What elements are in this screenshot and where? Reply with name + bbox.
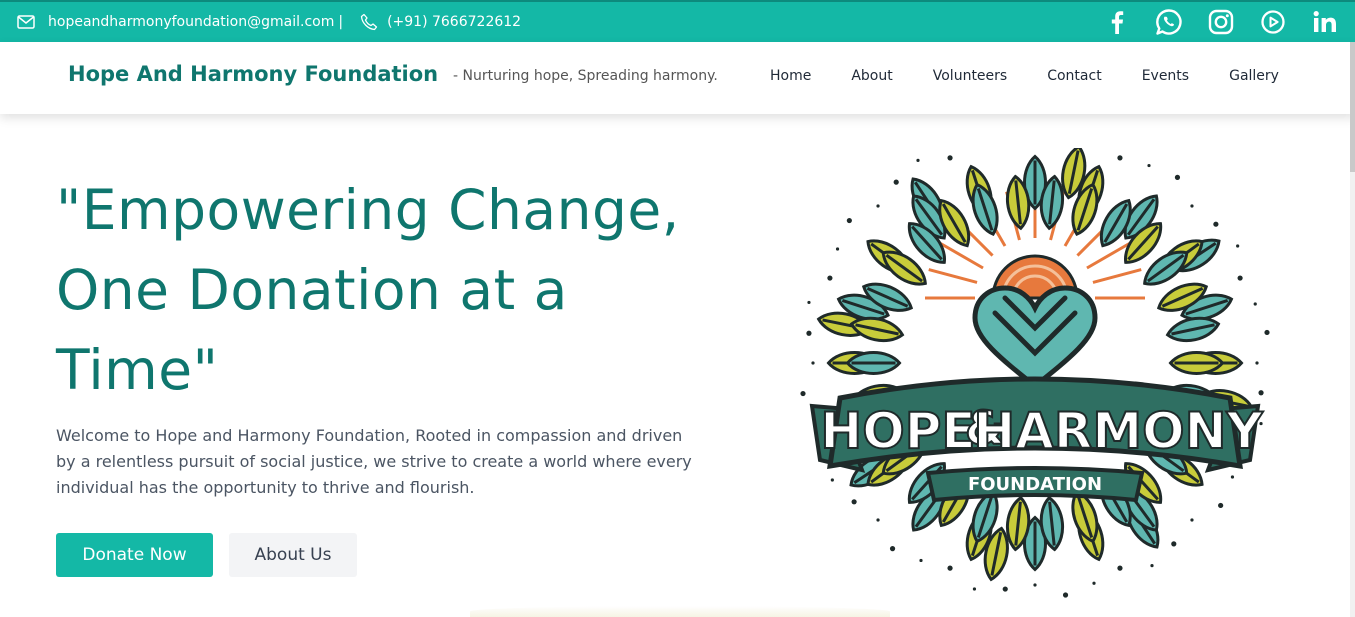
nav-volunteers[interactable]: Volunteers — [919, 68, 1021, 84]
youtube-icon[interactable] — [1259, 8, 1287, 36]
nav-menu: Home About Volunteers Contact Events Gal… — [756, 68, 1305, 84]
phone-link[interactable]: (+91) 7666722612 — [387, 14, 521, 30]
logo-dot — [947, 565, 953, 571]
logo-dot — [1150, 564, 1154, 568]
logo-dot — [919, 558, 923, 563]
logo-dot — [1117, 155, 1123, 161]
page-scrollbar[interactable] — [1350, 42, 1355, 617]
logo-dot — [876, 204, 880, 208]
logo-dot — [811, 361, 815, 365]
social-links — [1103, 2, 1339, 42]
site-tagline: - Nurturing hope, Spreading harmony. — [453, 68, 718, 84]
logo-leaf — [1168, 351, 1225, 375]
instagram-icon[interactable] — [1207, 8, 1235, 36]
logo-dot — [807, 300, 811, 305]
contact-separator: | — [338, 14, 344, 30]
logo-leaf — [845, 351, 902, 375]
logo-dot — [1171, 541, 1177, 547]
site-brand[interactable]: Hope And Harmony Foundation — [68, 62, 438, 86]
logo-dot — [947, 155, 953, 161]
logo-dot — [1117, 565, 1123, 571]
heart-icon — [972, 285, 1098, 390]
logo-dot — [846, 217, 852, 224]
logo-dot — [806, 330, 812, 336]
nav-gallery[interactable]: Gallery — [1215, 68, 1293, 84]
logo-dot — [851, 499, 857, 505]
nav-contact[interactable]: Contact — [1033, 68, 1115, 84]
logo-dot — [916, 158, 920, 162]
phone-icon — [359, 12, 379, 32]
whatsapp-icon[interactable] — [1155, 8, 1183, 36]
logo-dot — [1092, 581, 1096, 585]
logo-dot — [1236, 244, 1240, 248]
hero-title: "Empowering Change, One Donation at a Ti… — [56, 178, 680, 402]
logo-dot — [1033, 583, 1037, 587]
logo-dot — [1002, 586, 1008, 592]
about-us-button[interactable]: About Us — [229, 533, 357, 577]
contact-info: hopeandharmonyfoundation@gmail.com | (+9… — [16, 2, 521, 42]
logo-text-hope: HOPE — [820, 402, 975, 460]
foundation-logo: HOPE & HARMONY FOUNDATION — [800, 128, 1270, 608]
logo-dot — [1213, 221, 1219, 227]
logo-dot — [1190, 518, 1194, 522]
email-link[interactable]: hopeandharmonyfoundation@gmail.com — [48, 14, 334, 30]
logo-dot — [1174, 174, 1181, 180]
logo-dot — [1062, 592, 1069, 598]
logo-dot — [1237, 275, 1243, 281]
logo-dot — [827, 275, 833, 281]
main-navbar: Hope And Harmony Foundation - Nurturing … — [0, 42, 1355, 114]
logo-dot — [830, 478, 834, 482]
facebook-icon[interactable] — [1103, 8, 1131, 36]
logo-dot — [1230, 475, 1235, 479]
logo-dot — [1218, 502, 1224, 509]
logo-dot — [800, 390, 806, 397]
logo-dot — [1258, 390, 1264, 396]
section-divider-glow — [470, 606, 890, 617]
logo-dot — [835, 247, 840, 251]
mail-icon — [16, 12, 36, 32]
logo-dot — [1255, 361, 1259, 365]
logo-dot — [889, 546, 896, 552]
top-contact-bar: hopeandharmonyfoundation@gmail.com | (+9… — [0, 0, 1355, 42]
hero-description: Welcome to Hope and Harmony Foundation, … — [56, 426, 692, 497]
nav-home[interactable]: Home — [756, 68, 825, 84]
logo-dot — [1264, 329, 1270, 336]
logo-dot — [1147, 163, 1151, 168]
nav-events[interactable]: Events — [1128, 68, 1203, 84]
logo-dot — [972, 587, 977, 591]
donate-now-button[interactable]: Donate Now — [56, 533, 213, 577]
logo-dot — [876, 518, 880, 522]
logo-dot — [1190, 204, 1194, 208]
linkedin-icon[interactable] — [1311, 8, 1339, 36]
nav-about[interactable]: About — [837, 68, 906, 84]
logo-text-harmony: HARMONY — [973, 402, 1263, 460]
logo-text-foundation: FOUNDATION — [968, 474, 1102, 495]
logo-leaf — [1165, 316, 1221, 343]
logo-dot — [893, 179, 899, 185]
scrollbar-thumb[interactable] — [1350, 42, 1355, 172]
logo-dot — [1253, 302, 1257, 306]
